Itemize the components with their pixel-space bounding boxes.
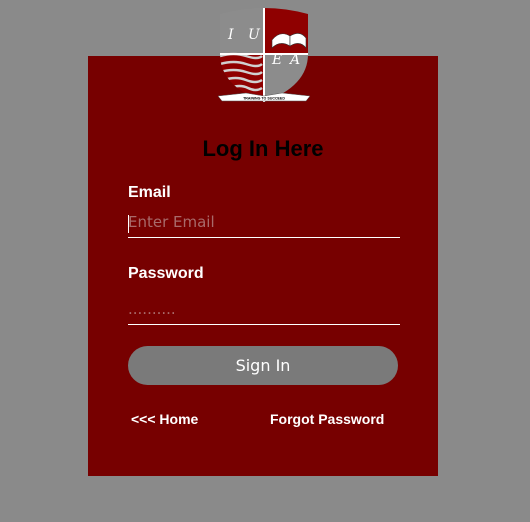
forgot-password-link[interactable]: Forgot Password (270, 411, 384, 427)
school-logo: I U E A TRAINING TO SUCCEED (216, 4, 312, 104)
logo-motto: TRAINING TO SUCCEED (243, 97, 285, 101)
text-cursor (128, 215, 129, 233)
email-label: Email (128, 184, 171, 201)
logo-letter-i: I (227, 27, 234, 43)
logo-letter-e: E (271, 52, 282, 68)
logo-letter-u: U (248, 27, 261, 43)
password-field[interactable] (128, 295, 400, 325)
login-card: Log In Here Email Password Sign In <<< H… (88, 56, 438, 476)
email-field[interactable] (128, 208, 400, 238)
home-link[interactable]: <<< Home (131, 411, 198, 427)
sign-in-button[interactable]: Sign In (128, 346, 398, 385)
page-title: Log In Here (202, 136, 324, 161)
logo-letter-a: A (288, 52, 300, 68)
password-label: Password (128, 265, 204, 282)
crest-icon: I U E A TRAINING TO SUCCEED (217, 8, 311, 102)
